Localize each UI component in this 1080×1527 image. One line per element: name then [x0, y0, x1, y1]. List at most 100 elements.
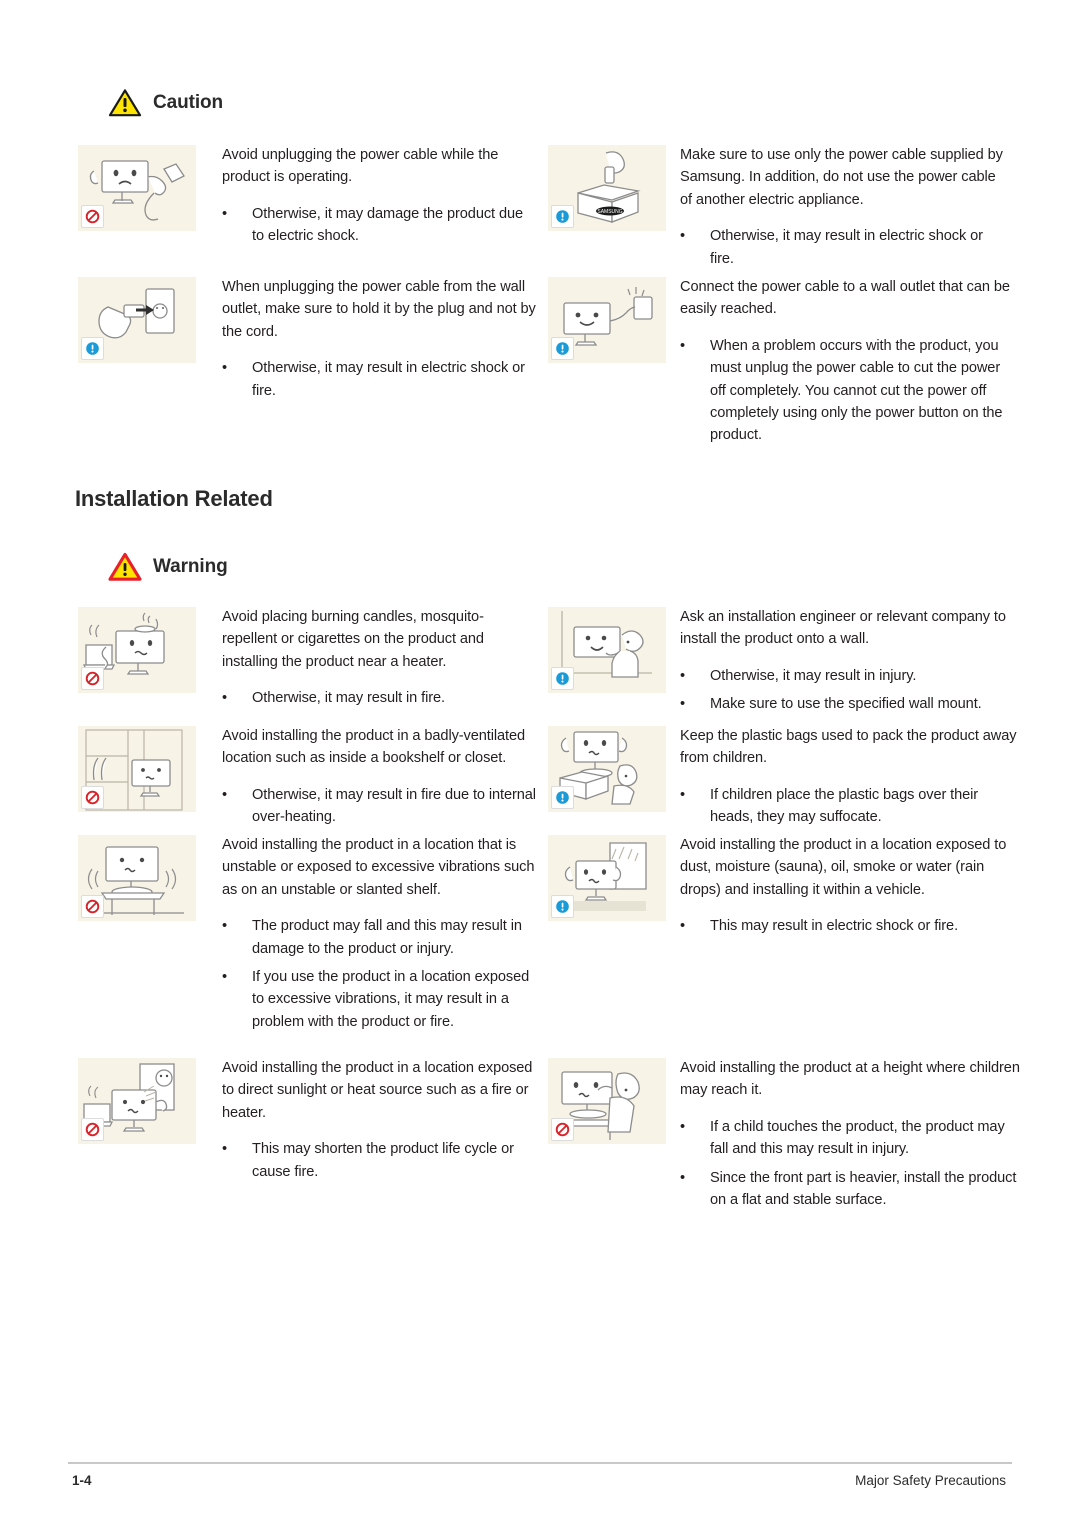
- bullet-text: Make sure to use the specified wall moun…: [710, 696, 982, 713]
- caution-alert-heading: Caution: [108, 88, 223, 118]
- prohibited-icon: [81, 895, 104, 918]
- bullet-item: • When a problem occurs with the product,…: [680, 335, 1010, 447]
- advice-bullets: • When a problem occurs with the product,…: [680, 335, 1010, 447]
- advice-bullets: • This may shorten the product life cycle…: [222, 1138, 538, 1183]
- advice-text: Connect the power cable to a wall outlet…: [680, 276, 1010, 447]
- bullet-item: • Since the front part is heavier, instal…: [680, 1167, 1020, 1212]
- advice-lead: Avoid installing the product in a locati…: [222, 837, 535, 898]
- info-icon: [551, 895, 574, 918]
- info-icon: [551, 337, 574, 360]
- advice-text: Avoid installing the product in a locati…: [222, 1057, 538, 1183]
- advice-lead: Ask an installation engineer or relevant…: [680, 609, 1006, 648]
- illustration-monitor-unplugging-power-cable: [78, 145, 196, 231]
- footer-chapter-title: Major Safety Precautions: [855, 1473, 1006, 1488]
- illustration-monitor-connected-to-wall-outlet: [548, 277, 666, 363]
- advice-bullets: • Otherwise, it may result in injury. • Ma…: [680, 665, 1020, 716]
- advice-text: Avoid unplugging the power cable while t…: [222, 144, 538, 248]
- bullet-dot: •: [222, 690, 228, 707]
- warning-triangle-icon: [108, 552, 142, 582]
- advice-text: Keep the plastic bags used to pack the p…: [680, 725, 1020, 829]
- illustration-monitor-exposed-to-rain-and-dust: [548, 835, 666, 921]
- advice-lead: Avoid placing burning candles, mosquito-…: [222, 609, 484, 670]
- bullet-text: If children place the plastic bags over …: [710, 786, 979, 826]
- warning-alert-heading: Warning: [108, 552, 228, 582]
- bullet-item: • Otherwise, it may result in fire.: [222, 687, 538, 709]
- bullet-dot: •: [222, 786, 228, 803]
- bullet-text: Otherwise, it may result in fire.: [252, 690, 445, 707]
- bullet-dot: •: [680, 1169, 686, 1186]
- advice-lead: Avoid installing the product at a height…: [680, 1060, 1020, 1099]
- advice-bullets: • The product may fall and this may resul…: [222, 915, 538, 1033]
- advice-text: Avoid placing burning candles, mosquito-…: [222, 606, 538, 710]
- bullet-dot: •: [222, 360, 228, 377]
- warning-label: Warning: [153, 556, 228, 577]
- advice-text: Avoid installing the product at a height…: [680, 1057, 1020, 1211]
- advice-lead: Avoid installing the product in a locati…: [222, 1060, 533, 1121]
- bullet-text: When a problem occurs with the product, …: [710, 337, 1003, 444]
- advice-text: Avoid installing the product in a locati…: [222, 834, 538, 1033]
- prohibited-icon: [81, 786, 104, 809]
- bullet-item: • Otherwise, it may damage the product du…: [222, 203, 538, 248]
- bullet-item: • Otherwise, it may result in injury.: [680, 665, 1020, 687]
- bullet-item: • Otherwise, it may result in fire due to…: [222, 784, 538, 829]
- bullet-dot: •: [222, 1141, 228, 1158]
- advice-text: Avoid installing the product in a badly-…: [222, 725, 538, 829]
- info-icon: [551, 205, 574, 228]
- bullet-text: This may result in electric shock or fir…: [710, 918, 959, 935]
- illustration-monitor-near-candles-and-heater: [78, 607, 196, 693]
- advice-lead: Avoid unplugging the power cable while t…: [222, 147, 499, 186]
- footer-page-number: 1-4: [72, 1473, 92, 1488]
- bullet-item: • The product may fall and this may resul…: [222, 915, 538, 960]
- bullet-text: Otherwise, it may damage the product due…: [252, 205, 523, 245]
- advice-bullets: • Otherwise, it may result in electric sh…: [222, 357, 538, 402]
- bullet-dot: •: [680, 918, 686, 935]
- bullet-dot: •: [222, 969, 228, 986]
- bullet-dot: •: [680, 667, 686, 684]
- illustration-child-reaching-for-monitor: [548, 1058, 666, 1144]
- prohibited-icon: [81, 205, 104, 228]
- bullet-dot: •: [680, 337, 686, 354]
- illustration-monitor-in-sunlight-near-heater: [78, 1058, 196, 1144]
- document-page: Caution Avoid unplugging the power cable…: [0, 0, 1080, 1527]
- illustration-engineer-installing-monitor-on-wall: [548, 607, 666, 693]
- illustration-monitor-inside-bookshelf: [78, 726, 196, 812]
- prohibited-icon: [81, 1118, 104, 1141]
- illustration-child-with-plastic-bags-near-monitor: [548, 726, 666, 812]
- advice-bullets: • Otherwise, it may result in fire.: [222, 687, 538, 709]
- advice-bullets: • This may result in electric shock or fi…: [680, 915, 1020, 937]
- advice-text: When unplugging the power cable from the…: [222, 276, 538, 402]
- bullet-dot: •: [680, 228, 686, 245]
- bullet-dot: •: [680, 786, 686, 803]
- bullet-dot: •: [222, 918, 228, 935]
- bullet-item: • Make sure to use the specified wall mou…: [680, 693, 1020, 715]
- advice-lead: Connect the power cable to a wall outlet…: [680, 279, 1010, 318]
- warning-triangle-icon: [108, 88, 142, 118]
- bullet-text: The product may fall and this may result…: [252, 918, 522, 957]
- bullet-item: • This may shorten the product life cycle…: [222, 1138, 538, 1183]
- bullet-text: Otherwise, it may result in injury.: [710, 667, 917, 684]
- bullet-item: • Otherwise, it may result in electric sh…: [680, 225, 1010, 270]
- bullet-dot: •: [222, 205, 228, 222]
- advice-bullets: • Otherwise, it may damage the product du…: [222, 203, 538, 248]
- bullet-text: Since the front part is heavier, install…: [710, 1169, 1017, 1209]
- advice-bullets: • Otherwise, it may result in fire due to…: [222, 784, 538, 829]
- bullet-item: • If a child touches the product, the pro…: [680, 1116, 1020, 1161]
- advice-text: Avoid installing the product in a locati…: [680, 834, 1020, 938]
- bullet-text: If you use the product in a location exp…: [252, 969, 530, 1030]
- bullet-item: • If children place the plastic bags ove…: [680, 784, 1020, 829]
- bullet-item: • This may result in electric shock or fi…: [680, 915, 1020, 937]
- bullet-text: This may shorten the product life cycle …: [252, 1141, 514, 1180]
- advice-bullets: • Otherwise, it may result in electric sh…: [680, 225, 1010, 270]
- bullet-item: • If you use the product in a location ex…: [222, 966, 538, 1033]
- info-icon: [81, 337, 104, 360]
- illustration-power-cable-in-samsung-box: SAMSUNG: [548, 145, 666, 231]
- caution-label: Caution: [153, 92, 224, 113]
- bullet-text: Otherwise, it may result in electric sho…: [252, 360, 525, 399]
- illustration-hand-pulling-plug-from-wall-outlet: [78, 277, 196, 363]
- advice-lead: Make sure to use only the power cable su…: [680, 147, 1003, 208]
- bullet-text: Otherwise, it may result in fire due to …: [252, 786, 536, 826]
- illustration-monitor-on-unstable-shelf: [78, 835, 196, 921]
- advice-text: Ask an installation engineer or relevant…: [680, 606, 1020, 716]
- svg-text:SAMSUNG: SAMSUNG: [597, 209, 622, 215]
- page-title-installation-related: Installation Related: [75, 486, 273, 511]
